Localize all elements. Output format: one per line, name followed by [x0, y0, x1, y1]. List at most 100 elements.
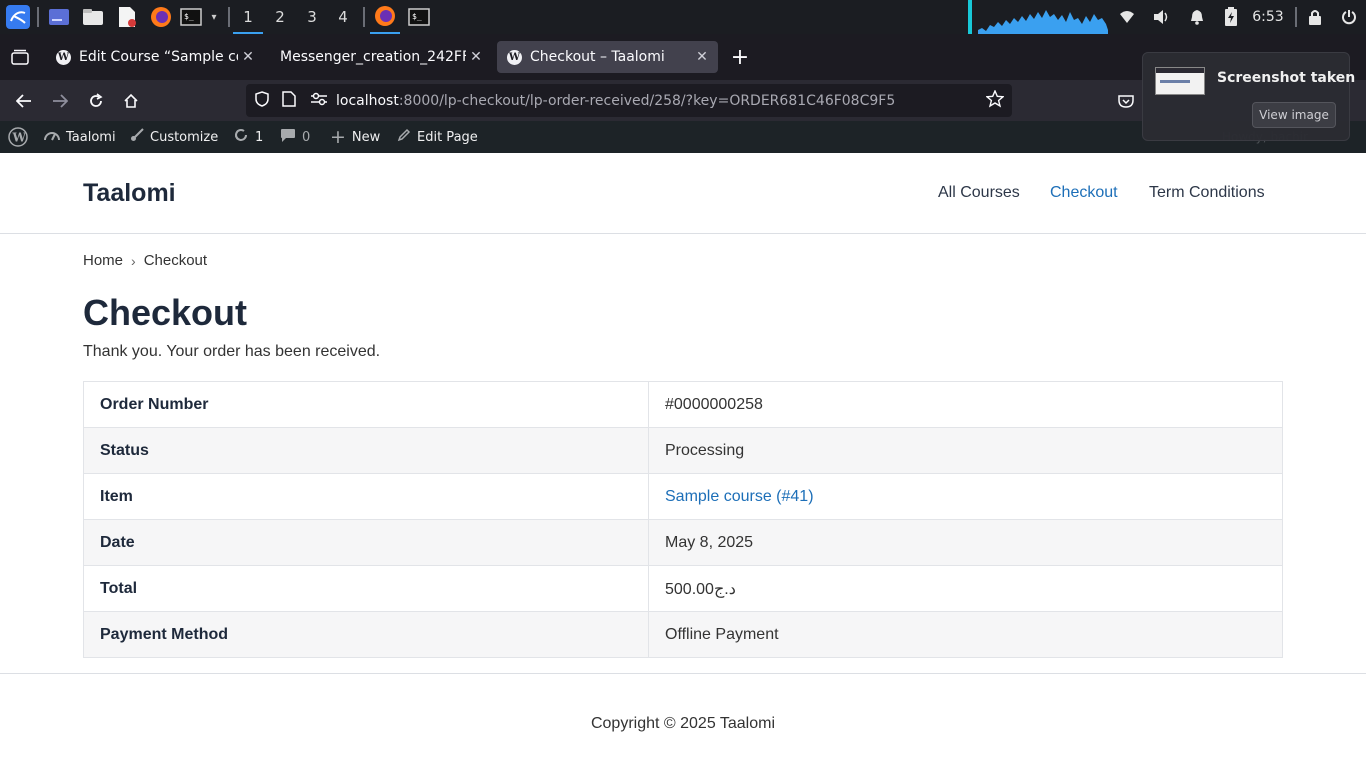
- date-value: May 8, 2025: [648, 519, 1283, 566]
- table-row: Order Number #0000000258: [83, 381, 1283, 428]
- brush-icon: [130, 128, 144, 146]
- admin-site-name-label: Taalomi: [66, 129, 116, 145]
- wordpress-logo-icon[interactable]: W: [6, 121, 30, 153]
- power-icon[interactable]: [1338, 0, 1360, 34]
- close-icon[interactable]: ✕: [466, 49, 486, 65]
- workspace-2[interactable]: 2: [265, 0, 295, 34]
- item-value: Sample course (#41): [648, 473, 1283, 520]
- table-row: Payment Method Offline Payment: [83, 611, 1283, 658]
- screenshot-notification[interactable]: Screenshot taken View image: [1142, 52, 1355, 141]
- lock-icon[interactable]: [1304, 0, 1326, 34]
- forward-button[interactable]: [45, 86, 75, 116]
- url-path: :8000/lp-checkout/lp-order-received/258/…: [398, 92, 896, 109]
- menu-item-all-courses[interactable]: All Courses: [938, 184, 1020, 202]
- close-icon[interactable]: ✕: [692, 49, 712, 65]
- url-text[interactable]: localhost:8000/lp-checkout/lp-order-rece…: [336, 93, 895, 109]
- battery-charging-icon[interactable]: [1220, 0, 1242, 34]
- home-button[interactable]: [116, 86, 146, 116]
- table-row: Item Sample course (#41): [83, 473, 1283, 520]
- svg-text:$_: $_: [412, 12, 422, 21]
- payment-method-value: Offline Payment: [648, 611, 1283, 658]
- site-permissions-icon[interactable]: [310, 91, 328, 110]
- firefox-running-icon[interactable]: [370, 0, 400, 34]
- admin-comments-count: 0: [302, 129, 311, 145]
- workspace-4[interactable]: 4: [328, 0, 358, 34]
- terminal-icon[interactable]: $_: [178, 0, 204, 34]
- tab-overview-icon[interactable]: [5, 42, 35, 72]
- admin-customize[interactable]: Customize: [130, 121, 218, 153]
- copyright-text: Copyright © 2025 Taalomi: [590, 715, 776, 732]
- date-label: Date: [83, 519, 649, 566]
- back-button[interactable]: [9, 86, 39, 116]
- comment-icon: [280, 128, 296, 147]
- chevron-right-icon: ›: [131, 252, 136, 269]
- table-row: Date May 8, 2025: [83, 519, 1283, 566]
- order-details-table: Order Number #0000000258 Status Processi…: [83, 381, 1283, 658]
- new-tab-button[interactable]: +: [725, 42, 755, 72]
- admin-updates-count: 1: [255, 129, 264, 145]
- url-bar[interactable]: localhost:8000/lp-checkout/lp-order-rece…: [246, 84, 1012, 117]
- workspace-1[interactable]: 1: [233, 0, 263, 34]
- view-image-button[interactable]: View image: [1252, 102, 1336, 128]
- chevron-down-icon[interactable]: ▾: [205, 0, 223, 34]
- footer-divider: [0, 673, 1366, 674]
- text-editor-icon[interactable]: [114, 0, 140, 34]
- bell-icon[interactable]: [1186, 0, 1208, 34]
- wordpress-icon: W: [507, 49, 522, 65]
- admin-site-name[interactable]: Taalomi: [44, 121, 116, 153]
- breadcrumb-home[interactable]: Home: [83, 252, 123, 269]
- admin-customize-label: Customize: [150, 129, 219, 145]
- plus-icon: +: [330, 126, 346, 148]
- table-row: Total 500.00د.ج: [83, 565, 1283, 612]
- item-link[interactable]: Sample course (#41): [665, 488, 814, 505]
- page-icon[interactable]: [282, 90, 296, 111]
- admin-new-label: New: [351, 129, 381, 145]
- clock-text: 6:53: [1252, 9, 1284, 25]
- total-label: Total: [83, 565, 649, 612]
- close-icon[interactable]: ✕: [238, 49, 258, 65]
- tab-edit-course[interactable]: W Edit Course “Sample cour ✕: [46, 41, 264, 73]
- menu-item-checkout[interactable]: Checkout: [1050, 184, 1118, 202]
- admin-new[interactable]: + New: [330, 121, 380, 153]
- firefox-icon[interactable]: [148, 0, 174, 34]
- total-value: 500.00د.ج: [648, 565, 1283, 612]
- wifi-icon[interactable]: [1116, 0, 1138, 34]
- admin-updates[interactable]: 1: [233, 121, 263, 153]
- notification-title: Screenshot taken: [1217, 70, 1356, 86]
- kali-menu-icon[interactable]: [3, 0, 33, 34]
- screenshot-thumbnail[interactable]: [1155, 67, 1205, 95]
- admin-edit-page[interactable]: Edit Page: [397, 121, 478, 153]
- pocket-icon[interactable]: [1111, 86, 1141, 116]
- svg-text:W: W: [12, 131, 27, 145]
- volume-icon[interactable]: [1150, 0, 1174, 34]
- payment-method-label: Payment Method: [83, 611, 649, 658]
- workspace-label: 3: [307, 8, 317, 26]
- file-manager-icon[interactable]: [80, 0, 106, 34]
- breadcrumb: Home › Checkout: [83, 252, 207, 269]
- reload-button[interactable]: [81, 86, 111, 116]
- order-number-value: #0000000258: [648, 381, 1283, 428]
- order-number-label: Order Number: [83, 381, 649, 428]
- wordpress-icon: W: [56, 49, 71, 65]
- workspace-3[interactable]: 3: [297, 0, 327, 34]
- tab-checkout[interactable]: W Checkout – Taalomi ✕: [497, 41, 718, 73]
- bookmark-star-icon[interactable]: [985, 88, 1005, 112]
- url-host: localhost: [336, 92, 399, 109]
- pencil-icon: [397, 128, 411, 146]
- admin-comments[interactable]: 0: [280, 121, 310, 153]
- terminal-running-icon[interactable]: $_: [405, 0, 433, 34]
- table-row: Status Processing: [83, 427, 1283, 474]
- tab-title: Messenger_creation_242FFB: [280, 49, 466, 65]
- desktop-icon[interactable]: [46, 0, 72, 34]
- workspace-label: 2: [275, 8, 285, 26]
- menu-item-term-conditions[interactable]: Term Conditions: [1149, 184, 1265, 202]
- workspace-label: 1: [243, 8, 253, 26]
- cpu-usage-graph: [968, 0, 1108, 34]
- tab-title: Checkout – Taalomi: [530, 49, 665, 65]
- site-title[interactable]: Taalomi: [83, 179, 176, 208]
- shield-icon[interactable]: [254, 90, 270, 111]
- workspace-label: 4: [338, 8, 348, 26]
- tab-messenger-creation[interactable]: Messenger_creation_242FFB ✕: [270, 41, 492, 73]
- clock[interactable]: 6:53: [1248, 0, 1288, 34]
- site-header: Taalomi All Courses Checkout Term Condit…: [0, 153, 1366, 234]
